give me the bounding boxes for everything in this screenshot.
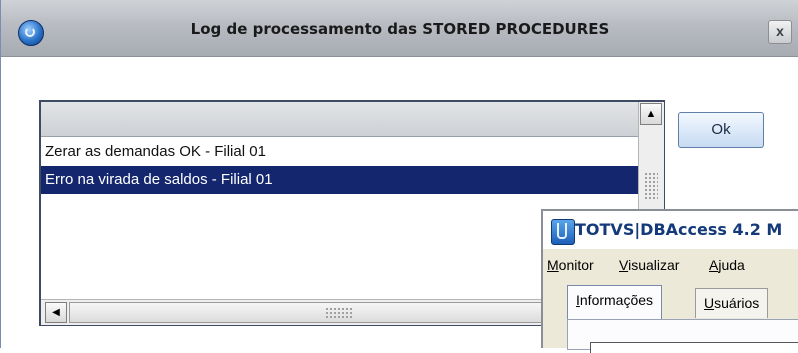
list-header [41,102,638,137]
menu-visualizar[interactable]: Visualizar [619,257,679,273]
horizontal-scroll-thumb[interactable] [69,302,609,323]
tab-informacoes[interactable]: Informações [567,285,663,319]
dialog-titlebar[interactable]: Log de processamento das STORED PROCEDUR… [1,0,798,57]
scroll-up-arrow-icon: ▲ [645,108,657,120]
totvs-window-title: TOTVS|DBAccess 4.2 M [575,220,783,239]
horizontal-scroll-grip [325,307,353,319]
dialog-title: Log de processamento das STORED PROCEDUR… [190,20,610,38]
menu-ajuda[interactable]: Ajuda [709,257,745,273]
scroll-left-button[interactable]: ◀ [45,302,67,323]
totvs-app-icon [551,219,575,245]
ok-button[interactable]: Ok [678,112,764,148]
list-item[interactable]: Zerar as demandas OK - Filial 01 [41,138,638,166]
close-button[interactable]: x [768,20,792,44]
menu-monitor[interactable]: Monitor [547,257,594,273]
totvs-dbaccess-window[interactable]: TOTVS|DBAccess 4.2 M Monitor Visualizar … [541,209,798,353]
tab-panel-informacoes [567,319,798,353]
vertical-scroll-grip[interactable] [644,172,658,200]
scroll-up-button[interactable]: ▲ [640,103,662,125]
tab-strip: Informações Usuários [543,285,798,319]
list-item-selected[interactable]: Erro na virada de saldos - Filial 01 [41,166,638,194]
tab-usuarios[interactable]: Usuários [695,288,769,318]
menu-bar: Monitor Visualizar Ajuda [543,251,798,281]
close-icon: x [776,23,784,39]
totvs-titlebar[interactable]: TOTVS|DBAccess 4.2 M [543,211,798,249]
scroll-left-arrow-icon: ◀ [52,307,60,318]
